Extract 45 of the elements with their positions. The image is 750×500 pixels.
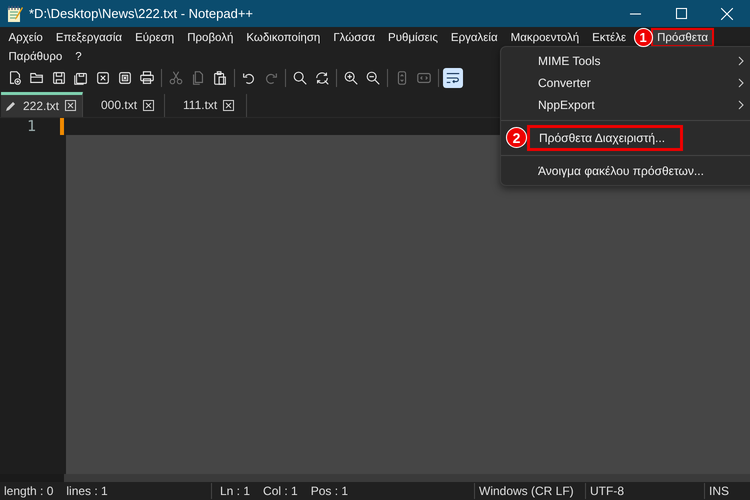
close-icon[interactable] (65, 100, 76, 112)
lines-count: lines : 1 (66, 484, 108, 498)
menu-item[interactable]: Γλώσσα (326, 28, 382, 47)
menu-item[interactable]: Converter (501, 72, 750, 94)
line-number: 1 (26, 116, 36, 135)
step-badge: 1 (634, 28, 653, 47)
chevron-right-icon (737, 78, 745, 88)
menu-item[interactable]: Άνοιγμα φακέλου πρόσθετων... (501, 160, 750, 182)
word-wrap-icon[interactable] (443, 68, 463, 88)
chevron-right-icon (737, 100, 745, 110)
step-badge: 2 (506, 127, 527, 148)
line-ending: Windows (CR LF) (479, 484, 574, 498)
notepad-icon (7, 4, 23, 22)
encoding-label: UTF-8 (590, 484, 624, 498)
file-tab[interactable]: 000.txt (83, 94, 165, 117)
menu-item[interactable]: Εργαλεία (444, 28, 504, 47)
menu-item[interactable]: NppExport (501, 94, 750, 116)
menu-item[interactable]: Επεξεργασία (49, 28, 129, 47)
line-position: Ln : 1 (220, 484, 250, 498)
close-icon[interactable] (143, 100, 154, 111)
file-tab[interactable]: 222.txt (1, 92, 83, 117)
change-marker (60, 118, 64, 135)
chevron-right-icon (737, 56, 745, 66)
close-icon[interactable] (223, 100, 234, 111)
menu-item[interactable]: Μακροεντολή (504, 28, 586, 47)
menu-item[interactable]: Παράθυρο (2, 47, 69, 66)
file-tab[interactable]: 111.txt (165, 94, 247, 117)
pencil-icon (5, 100, 17, 112)
horizontal-scrollbar[interactable] (0, 474, 750, 482)
length-label: length : 0 (4, 484, 54, 498)
window-title: *D:\Desktop\News\222.txt - Notepad++ (29, 6, 254, 21)
insert-mode: INS (709, 484, 730, 498)
menu-item[interactable]: Αρχείο (2, 28, 50, 47)
menu-item[interactable]: Πρόσθετα Διαχειριστή... (527, 125, 683, 151)
menu-item[interactable]: Κωδικοποίηση (240, 28, 327, 47)
menu-item[interactable]: Πρόσθετα (650, 28, 714, 47)
caret-position: Pos : 1 (310, 484, 348, 498)
column-position: Col : 1 (263, 484, 298, 498)
menu-item[interactable]: Εύρεση (128, 28, 181, 47)
maximize-icon[interactable] (676, 8, 686, 19)
menu-item[interactable]: Προβολή (180, 28, 240, 47)
menu-item[interactable]: Ρυθμίσεις (382, 28, 444, 47)
menu-item[interactable]: ? (68, 47, 88, 66)
menu-item[interactable]: MIME Tools (501, 50, 750, 72)
menu-item[interactable]: Εκτέλε (586, 28, 633, 47)
